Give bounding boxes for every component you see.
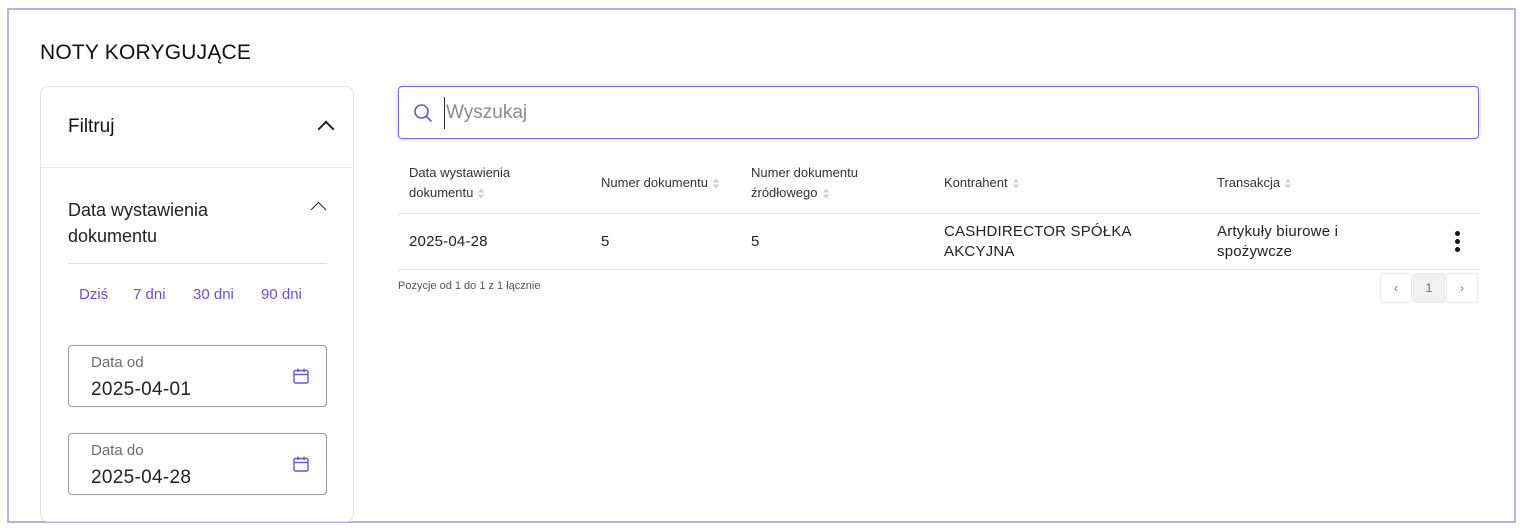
date-from-label: Data od [91,354,144,371]
sort-icon[interactable] [1284,178,1292,189]
documents-table: Data wystawienia dokumentu Numer dokumen… [398,156,1480,270]
search-box[interactable] [398,86,1479,139]
column-header-label: dokumentu [409,185,474,200]
divider [68,263,327,264]
cell-transaction-line: spożywcze [1217,243,1293,260]
chevron-up-icon[interactable] [310,201,327,218]
table-row[interactable]: 2025-04-28 5 5 CASHDIRECTOR SPÓŁKA AKCYJ… [398,214,1480,270]
quick-range-7-days[interactable]: 7 dni [133,286,166,303]
calendar-icon[interactable] [292,367,310,385]
column-header-source-doc-number[interactable]: Numer dokumentu źródłowego [751,163,858,203]
column-header-doc-number[interactable]: Numer dokumentu [601,173,720,193]
sort-icon[interactable] [477,188,485,199]
filter-header[interactable]: Filtruj [41,87,353,168]
cell-transaction-line: Artykuły biurowe i [1217,223,1339,240]
column-header-label: źródłowego [751,185,818,200]
column-header-label: Numer dokumentu [601,175,708,190]
column-header-label: Data wystawienia [409,165,511,180]
table-header: Data wystawienia dokumentu Numer dokumen… [398,156,1480,214]
column-header-issue-date[interactable]: Data wystawienia dokumentu [409,163,510,203]
cell-issue-date: 2025-04-28 [409,233,488,250]
quick-range-today[interactable]: Dziś [79,286,108,303]
next-page-button[interactable]: › [1446,273,1478,303]
chevron-up-icon[interactable] [317,120,335,138]
cell-transaction: Artykuły biurowe i spożywcze [1217,222,1338,262]
cell-contractor-line: CASHDIRECTOR SPÓŁKA [944,223,1132,240]
date-to-label: Data do [91,442,144,459]
quick-range-90-days[interactable]: 90 dni [261,286,302,303]
sort-icon[interactable] [822,188,830,199]
page-title: NOTY KORYGUJĄCE [40,41,252,64]
column-header-label: Kontrahent [944,175,1008,190]
column-header-transaction[interactable]: Transakcja [1217,173,1292,193]
column-header-contractor[interactable]: Kontrahent [944,173,1020,193]
quick-range-30-days[interactable]: 30 dni [193,286,234,303]
filter-title: Filtruj [68,116,115,137]
prev-page-button[interactable]: ‹ [1380,273,1412,303]
sort-icon[interactable] [1012,178,1020,189]
cell-contractor: CASHDIRECTOR SPÓŁKA AKCYJNA [944,222,1132,262]
pagination-info: Pozycje od 1 do 1 z 1 łącznie [398,280,541,292]
date-to-value[interactable]: 2025-04-28 [91,467,191,489]
date-issue-section-title[interactable]: Data wystawienia dokumentu [68,197,268,249]
column-header-label: Numer dokumentu [751,165,858,180]
cell-source-doc-number: 5 [751,233,760,250]
date-from-value[interactable]: 2025-04-01 [91,379,191,401]
date-from-field[interactable]: Data od 2025-04-01 [68,345,327,407]
page-button-current[interactable]: 1 [1413,273,1445,303]
filter-panel: Filtruj Data wystawienia dokumentu Dziś … [40,86,354,522]
cell-doc-number: 5 [601,233,610,250]
more-actions-icon[interactable] [1453,231,1461,253]
column-header-label: Transakcja [1217,175,1281,190]
date-to-field[interactable]: Data do 2025-04-28 [68,433,327,495]
cell-contractor-line: AKCYJNA [944,243,1015,260]
calendar-icon[interactable] [292,455,310,473]
search-icon [414,104,432,122]
sort-icon[interactable] [712,178,720,189]
search-input[interactable] [444,97,1444,129]
